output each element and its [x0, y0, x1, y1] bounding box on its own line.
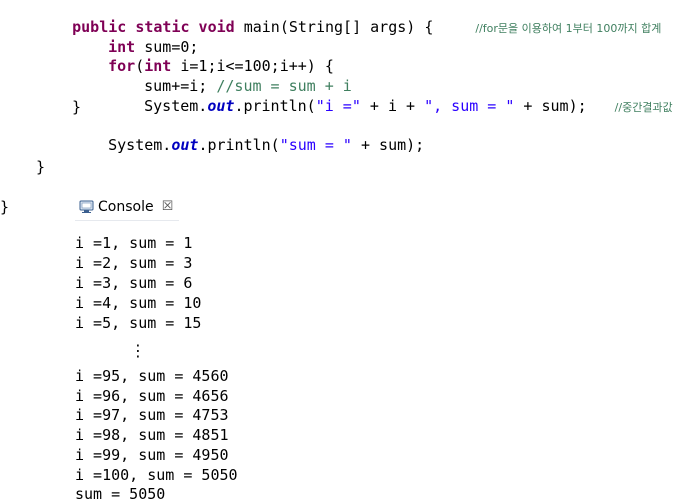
console-line: i =98, sum = 4851: [75, 426, 229, 444]
string-sum-final: "sum = ": [279, 136, 352, 154]
main-signature: main(String[] args) {: [234, 18, 434, 36]
code-line-close-main: }: [36, 158, 46, 176]
println2-end: + sum);: [351, 136, 425, 154]
println2-system: System.: [108, 136, 172, 154]
println-concat: + i +: [360, 97, 425, 115]
code-line-close-class: }: [0, 198, 10, 216]
println2-out-field: out: [171, 136, 199, 154]
println2-call: .println(: [198, 136, 280, 154]
console-line: i =4, sum = 10: [75, 294, 202, 312]
console-line: i =95, sum = 4560: [75, 367, 229, 385]
console-icon: [79, 199, 94, 214]
vertical-ellipsis: ⋮: [130, 341, 146, 360]
console-line: i =3, sum = 6: [75, 274, 193, 292]
console-line: i =2, sum = 3: [75, 254, 193, 272]
console-line: i =99, sum = 4950: [75, 446, 229, 464]
string-i: "i =": [315, 97, 361, 115]
code-line-close-for: }: [72, 98, 82, 116]
comment-korean-sum: //for문을 이용하여 1부터 100까지 합계: [475, 22, 662, 35]
println-end: + sum);: [514, 97, 587, 115]
println-call: .println(: [234, 97, 316, 115]
console-line: sum = 5050: [75, 485, 166, 503]
close-icon[interactable]: ☒: [162, 199, 174, 214]
console-line: i =100, sum = 5050: [75, 466, 238, 484]
tab-console-label: Console: [98, 198, 154, 215]
tab-console[interactable]: Console ☒: [75, 193, 179, 221]
console-line: i =97, sum = 4753: [75, 406, 229, 424]
console-line: i =96, sum = 4656: [75, 387, 229, 405]
console-line: i =1, sum = 1: [75, 234, 193, 252]
println-out-field: out: [207, 97, 235, 115]
code-line-println-2: System.out.println("sum = " + sum);: [72, 118, 424, 172]
println-system: System.: [144, 97, 208, 115]
comment-korean-intermediate: //중간결과값: [614, 101, 673, 114]
console-line: i =5, sum = 15: [75, 314, 202, 332]
string-sum: ", sum = ": [424, 97, 515, 115]
